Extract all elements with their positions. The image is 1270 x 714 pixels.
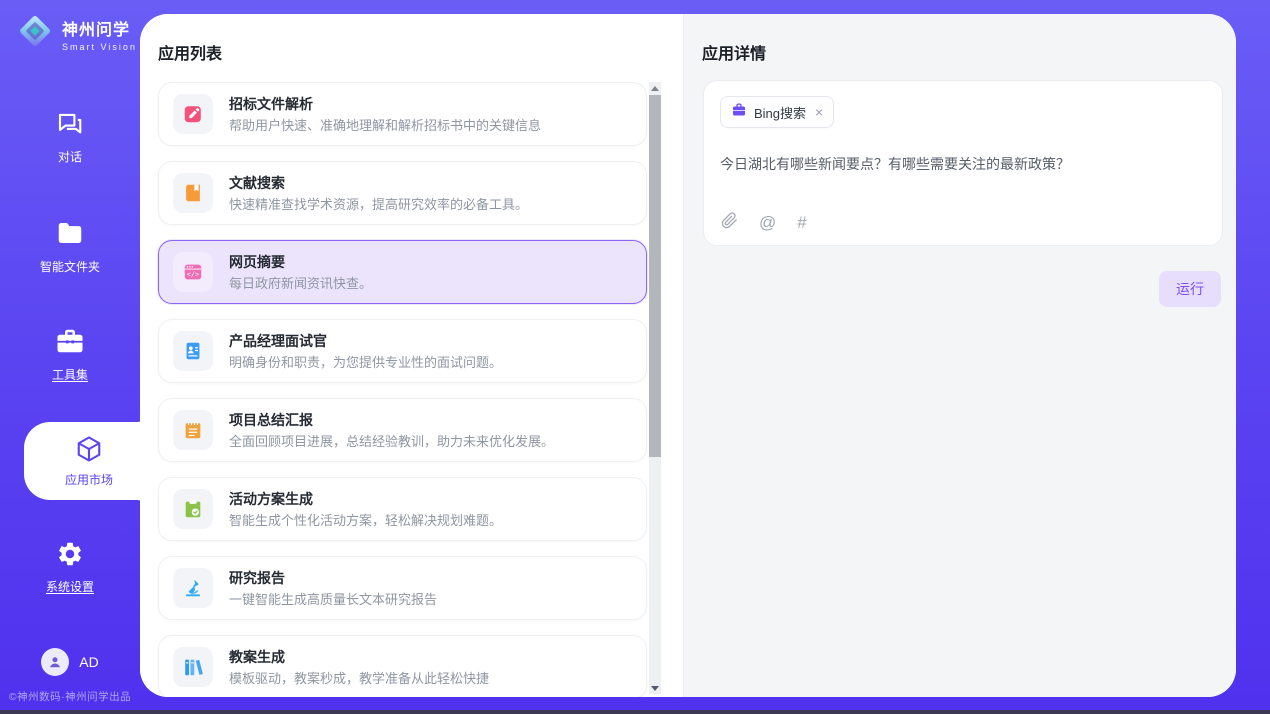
app-description: 帮助用户快速、准确地理解和解析招标书中的关键信息	[229, 117, 541, 134]
user-initials: AD	[79, 654, 98, 670]
app-detail-title: 应用详情	[702, 40, 766, 64]
app-title: 招标文件解析	[229, 95, 541, 113]
book-icon	[173, 173, 213, 213]
folder-icon	[55, 218, 85, 250]
app-description: 智能生成个性化活动方案，轻松解决规划难题。	[229, 512, 502, 529]
svg-text:</>: </>	[187, 270, 199, 278]
sidebar-item-label: 系统设置	[0, 578, 140, 595]
app-title: 网页摘要	[229, 253, 372, 271]
app-list-item[interactable]: 教案生成 模板驱动，教案秒成，教学准备从此轻松快捷	[158, 635, 647, 697]
app-description: 一键智能生成高质量长文本研究报告	[229, 591, 437, 608]
toolbox-icon	[55, 326, 85, 358]
app-detail-panel: 应用详情 Bing搜索 × 今日湖北有哪些新闻要点？有哪些需要关注的最新政策？	[683, 14, 1236, 697]
notepad-icon	[173, 410, 213, 450]
gear-icon	[56, 540, 84, 572]
app-list-title: 应用列表	[158, 40, 222, 64]
sidebar-item-智能文件夹[interactable]: 智能文件夹	[0, 218, 140, 275]
app-description: 模板驱动，教案秒成，教学准备从此轻松快捷	[229, 670, 489, 687]
app-title: 教案生成	[229, 648, 489, 666]
app-list-item[interactable]: 文献搜索 快速精准查找学术资源，提高研究效率的必备工具。	[158, 161, 647, 225]
query-text[interactable]: 今日湖北有哪些新闻要点？有哪些需要关注的最新政策？	[720, 154, 1206, 174]
tool-chip-label: Bing搜索	[754, 103, 806, 122]
app-list-item[interactable]: </> 网页摘要 每日政府新闻资讯快查。	[158, 240, 647, 304]
app-list-scrollbar[interactable]	[649, 82, 661, 694]
copyright-footer: ©神州数码·神州问学出品	[0, 689, 140, 704]
app-list-item[interactable]: 招标文件解析 帮助用户快速、准确地理解和解析招标书中的关键信息	[158, 82, 647, 146]
run-row: 运行	[1159, 271, 1221, 307]
chat-icon	[55, 108, 85, 140]
app-title: 项目总结汇报	[229, 411, 554, 429]
mention-at-icon[interactable]: @	[759, 214, 776, 231]
sidebar-item-系统设置[interactable]: 系统设置	[0, 540, 140, 595]
main-container: 应用列表 招标文件解析 帮助用户快速、准确地理解和解析招标书中的关键信息 文献搜…	[140, 14, 1236, 697]
brand-logo: 神州问学 Smart Vision	[16, 12, 137, 55]
cube-icon	[74, 434, 104, 466]
window-bottom-edge	[0, 710, 1270, 714]
brand-name: 神州问学	[62, 16, 137, 40]
scrollbar-up-arrow-icon[interactable]	[649, 82, 661, 94]
app-title: 产品经理面试官	[229, 332, 502, 350]
microscope-icon	[173, 568, 213, 608]
books-icon	[173, 647, 213, 687]
edit-doc-icon	[173, 94, 213, 134]
app-list: 招标文件解析 帮助用户快速、准确地理解和解析招标书中的关键信息 文献搜索 快速精…	[158, 82, 647, 697]
app-list-item[interactable]: 产品经理面试官 明确身份和职责，为您提供专业性的面试问题。	[158, 319, 647, 383]
tool-chip-bing-search[interactable]: Bing搜索 ×	[720, 96, 834, 128]
sidebar-item-label: 智能文件夹	[0, 258, 140, 275]
sidebar-item-label: 工具集	[0, 366, 140, 383]
app-description: 快速精准查找学术资源，提高研究效率的必备工具。	[229, 196, 528, 213]
app-title: 文献搜索	[229, 174, 528, 192]
app-list-item[interactable]: 活动方案生成 智能生成个性化活动方案，轻松解决规划难题。	[158, 477, 647, 541]
attachment-paperclip-icon[interactable]	[721, 212, 738, 232]
chip-close-icon[interactable]: ×	[815, 105, 823, 119]
app-title: 研究报告	[229, 569, 437, 587]
scrollbar-down-arrow-icon[interactable]	[649, 682, 661, 694]
browser-code-icon: </>	[173, 252, 213, 292]
sidebar-item-label: 对话	[0, 148, 140, 165]
app-list-item[interactable]: 研究报告 一键智能生成高质量长文本研究报告	[158, 556, 647, 620]
clipboard-check-icon	[173, 489, 213, 529]
user-account[interactable]: AD	[0, 648, 140, 676]
prompt-card: Bing搜索 × 今日湖北有哪些新闻要点？有哪些需要关注的最新政策？ @ #	[703, 80, 1223, 246]
briefcase-icon	[731, 102, 747, 123]
sidebar: 神州问学 Smart Vision 对话智能文件夹工具集应用市场系统设置 AD …	[0, 0, 140, 714]
app-list-panel: 应用列表 招标文件解析 帮助用户快速、准确地理解和解析招标书中的关键信息 文献搜…	[140, 14, 683, 697]
scrollbar-thumb[interactable]	[649, 95, 661, 457]
brand-subtitle: Smart Vision	[62, 42, 137, 52]
brand-diamond-icon	[16, 12, 54, 55]
sidebar-item-对话[interactable]: 对话	[0, 108, 140, 165]
sidebar-item-label: 应用市场	[24, 471, 154, 488]
run-button[interactable]: 运行	[1159, 271, 1221, 307]
sidebar-item-工具集[interactable]: 工具集	[0, 326, 140, 383]
app-list-item[interactable]: 项目总结汇报 全面回顾项目进展，总结经验教训，助力未来优化发展。	[158, 398, 647, 462]
input-toolbar: @ #	[721, 212, 807, 232]
app-description: 每日政府新闻资讯快查。	[229, 275, 372, 292]
app-title: 活动方案生成	[229, 490, 502, 508]
interview-icon	[173, 331, 213, 371]
app-description: 全面回顾项目进展，总结经验教训，助力未来优化发展。	[229, 433, 554, 450]
app-description: 明确身份和职责，为您提供专业性的面试问题。	[229, 354, 502, 371]
topic-hash-icon[interactable]: #	[797, 214, 806, 231]
avatar	[41, 648, 69, 676]
